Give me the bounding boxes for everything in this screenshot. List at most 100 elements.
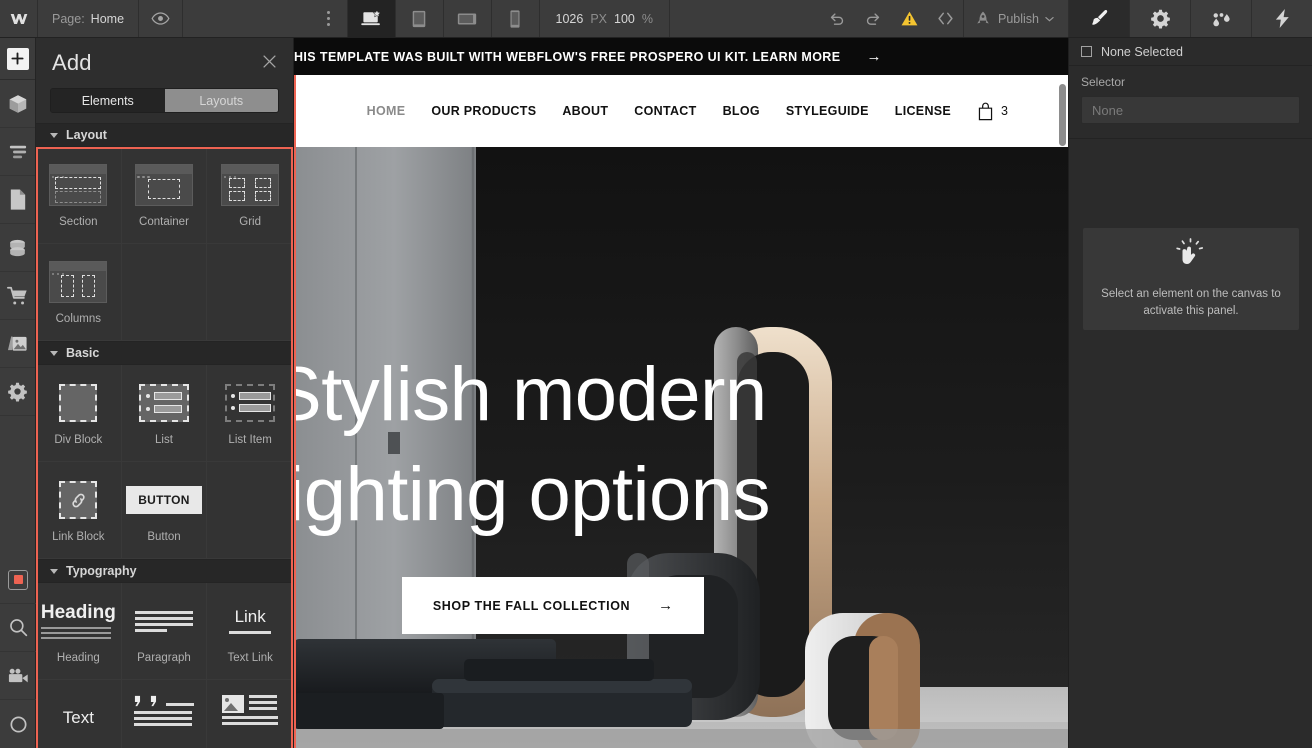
sidebar-item-audit[interactable] — [0, 556, 36, 604]
section-header-layout[interactable]: Layout — [36, 123, 293, 147]
element-label: Container — [139, 216, 189, 228]
element-item-blockquote[interactable] — [121, 680, 208, 748]
empty-state-message: Select an element on the canvas to activ… — [1101, 287, 1281, 317]
element-item-text-link[interactable]: Link Text Link — [207, 583, 293, 680]
sidebar-item-components[interactable] — [0, 80, 35, 128]
selector-input[interactable]: None — [1081, 96, 1300, 124]
sidebar-item-assets[interactable] — [0, 320, 35, 368]
chevron-down-icon — [50, 350, 58, 356]
canvas-scrollbar[interactable] — [1059, 84, 1066, 146]
section-element-icon — [49, 160, 108, 210]
element-item-container[interactable]: Container — [121, 147, 208, 244]
design-canvas[interactable]: HIS TEMPLATE WAS BUILT WITH WEBFLOW'S FR… — [294, 38, 1068, 748]
tab-elements[interactable]: Elements — [51, 89, 165, 112]
element-item-section[interactable]: Section — [36, 147, 122, 244]
element-item-heading[interactable]: Heading Heading — [36, 583, 122, 680]
element-item-rich-text[interactable] — [207, 680, 293, 748]
nav-link-styleguide[interactable]: STYLEGUIDE — [786, 104, 869, 118]
nav-link-contact[interactable]: CONTACT — [634, 104, 696, 118]
nav-link-home[interactable]: HOME — [367, 104, 406, 118]
mobile-landscape-breakpoint-icon[interactable] — [442, 0, 491, 37]
element-item-empty — [207, 462, 293, 559]
preview-toggle[interactable] — [139, 0, 184, 37]
element-item-button[interactable]: BUTTON Button — [121, 462, 208, 559]
paragraph-element-icon — [134, 596, 193, 646]
element-item-empty — [121, 244, 208, 341]
columns-element-icon — [49, 257, 108, 307]
plus-icon — [6, 47, 29, 70]
cart-button[interactable]: 3 — [977, 102, 1008, 121]
shopping-bag-icon — [978, 102, 993, 120]
sidebar-item-add-elements[interactable] — [0, 38, 35, 80]
canvas-selection-edge — [294, 75, 296, 748]
element-item-div-block[interactable]: Div Block — [36, 365, 122, 462]
cart-count: 3 — [1001, 104, 1008, 118]
more-options-icon[interactable] — [311, 0, 347, 37]
sidebar-item-search[interactable] — [0, 604, 36, 652]
list-item-element-icon — [225, 378, 276, 428]
code-brackets-icon[interactable] — [927, 0, 963, 37]
sidebar-item-navigator[interactable] — [0, 128, 35, 176]
tab-style-panel[interactable] — [1068, 0, 1129, 37]
top-toolbar: Page: Home 1026 PX 100 % Publish — [0, 0, 1312, 38]
element-item-grid[interactable]: Grid — [207, 147, 293, 244]
tab-effects-panel[interactable] — [1251, 0, 1312, 37]
heading-element-icon: Heading — [40, 596, 116, 646]
element-label: Button — [147, 531, 181, 543]
navigator-layers-icon — [9, 145, 26, 158]
redo-icon[interactable] — [855, 0, 891, 37]
element-item-text-block[interactable]: Text — [36, 680, 122, 748]
desktop-breakpoint-icon[interactable] — [346, 0, 395, 37]
undo-icon[interactable] — [819, 0, 855, 37]
element-item-list-item[interactable]: List Item — [207, 365, 293, 462]
selected-element-indicator[interactable]: None Selected — [1069, 38, 1312, 66]
tab-interactions-panel[interactable] — [1190, 0, 1251, 37]
close-x-icon[interactable] — [262, 54, 277, 73]
element-grid-wrapper: Section Container Grid Columns Basic Div… — [36, 147, 293, 748]
webflow-logo-icon[interactable] — [0, 0, 38, 37]
sidebar-item-pages[interactable] — [0, 176, 35, 224]
tablet-breakpoint-icon[interactable] — [394, 0, 443, 37]
tab-layouts[interactable]: Layouts — [164, 89, 278, 112]
nav-link-about[interactable]: ABOUT — [562, 104, 608, 118]
nav-link-our-products[interactable]: OUR PRODUCTS — [431, 104, 536, 118]
nav-link-license[interactable]: LICENSE — [895, 104, 951, 118]
tab-settings-panel[interactable] — [1129, 0, 1190, 37]
sidebar-item-help[interactable] — [0, 700, 36, 748]
warning-triangle-icon[interactable] — [891, 0, 927, 37]
canvas-size-indicator[interactable]: 1026 PX 100 % — [538, 0, 669, 37]
button-element-icon: BUTTON — [126, 475, 202, 525]
section-header-typography[interactable]: Typography — [36, 559, 293, 583]
element-item-paragraph[interactable]: Paragraph — [121, 583, 208, 680]
sidebar-item-video-tutorials[interactable] — [0, 652, 36, 700]
add-panel-tabs: Elements Layouts — [50, 88, 279, 113]
element-item-columns[interactable]: Columns — [36, 244, 122, 341]
publish-button[interactable]: Publish — [963, 0, 1068, 37]
sidebar-item-cms[interactable] — [0, 224, 35, 272]
element-label: Heading — [56, 652, 100, 664]
sidebar-item-ecommerce[interactable] — [0, 272, 35, 320]
database-icon — [10, 239, 25, 256]
rocket-icon — [977, 11, 989, 23]
page-selector[interactable]: Page: Home — [38, 0, 140, 37]
element-label: Section — [59, 216, 98, 228]
sidebar-item-settings[interactable] — [0, 368, 35, 416]
banner-arrow-icon: → — [866, 48, 882, 65]
element-item-link-block[interactable]: Link Block — [36, 462, 122, 559]
hero-section[interactable]: Stylish modern lighting options SHOP THE… — [294, 147, 1068, 748]
section-title: Basic — [66, 346, 100, 360]
cta-arrow-icon: → — [658, 597, 674, 614]
text-icon-label: Text — [62, 708, 94, 727]
shop-collection-button[interactable]: SHOP THE FALL COLLECTION → — [402, 577, 704, 634]
paintbrush-icon — [1091, 10, 1107, 25]
rail-top-group — [0, 38, 35, 416]
nav-link-blog[interactable]: BLOG — [723, 104, 760, 118]
rich-text-element-icon — [222, 693, 279, 743]
mobile-portrait-breakpoint-icon[interactable] — [490, 0, 539, 37]
button-icon-label: BUTTON — [126, 486, 202, 514]
element-item-list[interactable]: List — [121, 365, 208, 462]
shopping-cart-icon — [7, 286, 27, 304]
section-header-basic[interactable]: Basic — [36, 341, 293, 365]
basic-element-grid: Div Block List List Item Link Block BUTT… — [36, 365, 293, 559]
hero-heading-line-1: Stylish modern — [294, 352, 767, 437]
